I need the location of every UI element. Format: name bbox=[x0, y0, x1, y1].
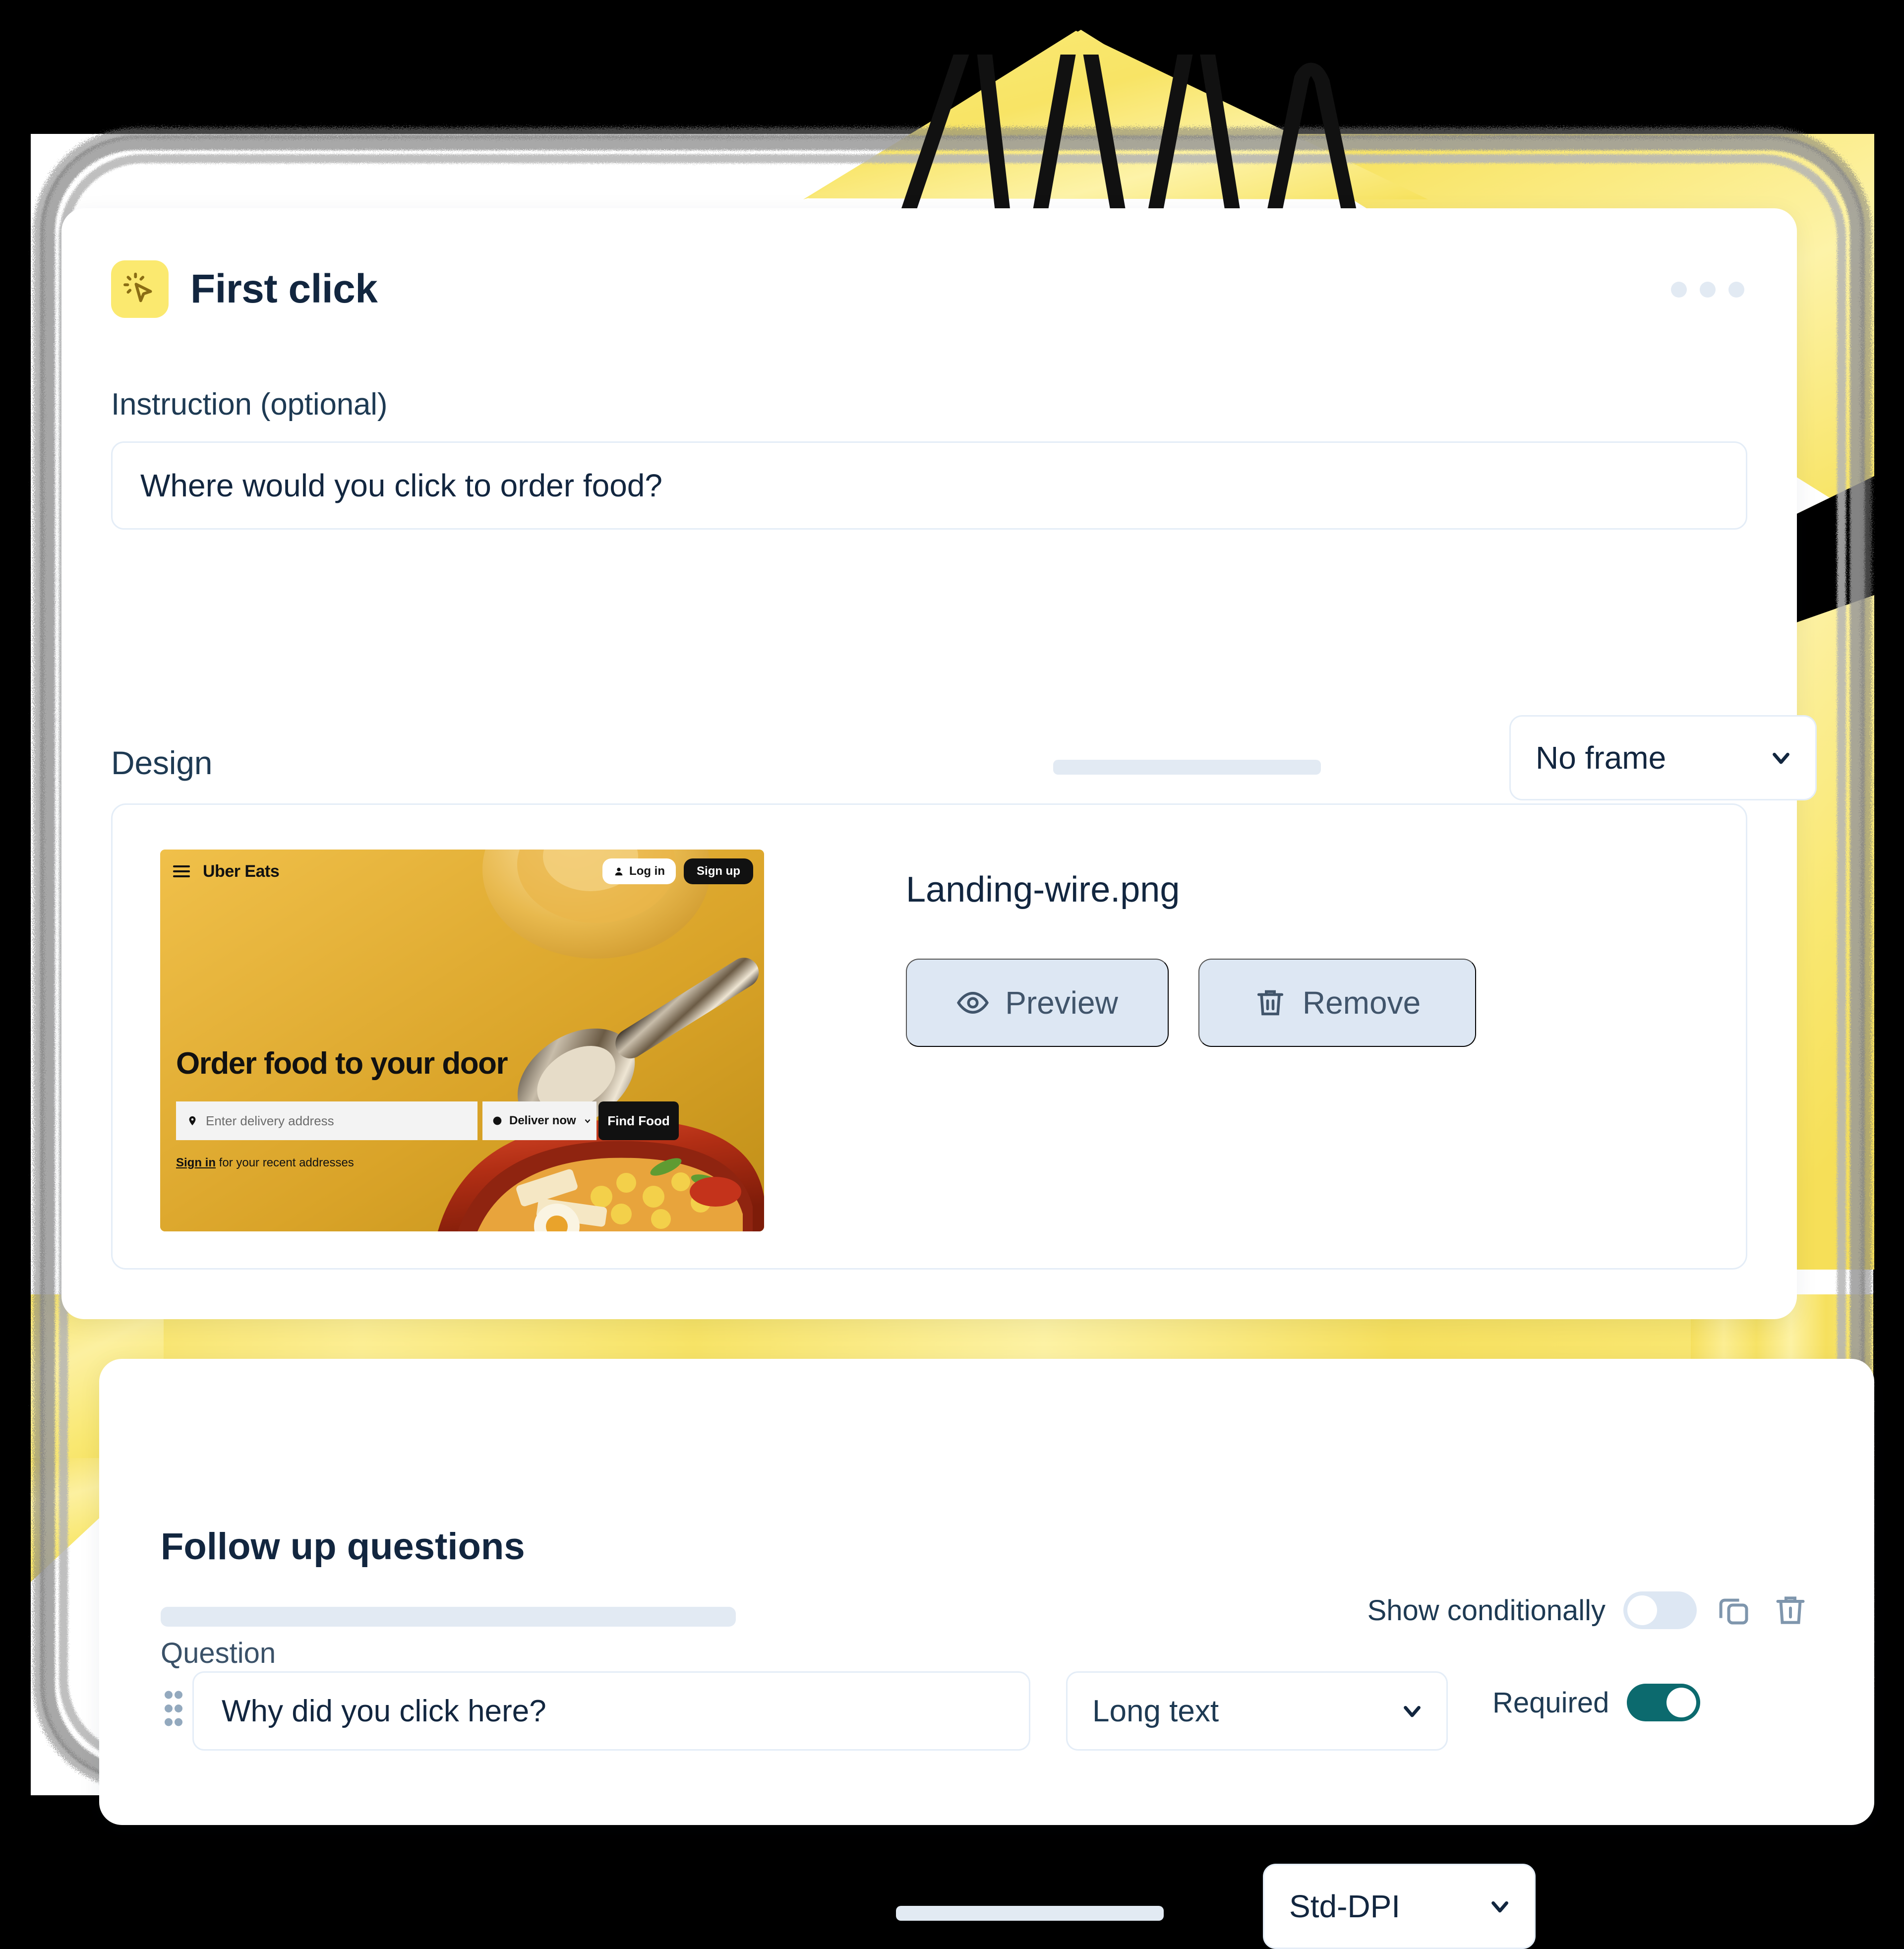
cursor-click-icon bbox=[111, 260, 169, 318]
page-title: First click bbox=[190, 266, 378, 311]
instruction-label: Instruction (optional) bbox=[111, 387, 388, 422]
chevron-down-icon bbox=[1404, 1705, 1421, 1717]
uber-eats-logo: Uber Eats bbox=[203, 861, 280, 881]
design-panel: Uber Eats Log in Sign up Order food to y… bbox=[111, 803, 1747, 1949]
thumbnail-signin-link: Sign in bbox=[176, 1156, 216, 1169]
thumbnail-find-food-button: Find Food bbox=[598, 1101, 679, 1140]
thumbnail-headline: Order food to your door bbox=[176, 1046, 508, 1081]
question-input[interactable]: Why did you click here? bbox=[192, 1671, 1030, 1751]
eye-icon bbox=[957, 991, 989, 1014]
drag-handle-icon[interactable] bbox=[159, 1686, 188, 1732]
thumbnail-signin-suffix: for your recent addresses bbox=[216, 1156, 354, 1169]
show-conditionally-toggle[interactable] bbox=[1623, 1591, 1697, 1629]
thumbnail-address-placeholder: Enter delivery address bbox=[206, 1113, 334, 1128]
question-label: Question bbox=[161, 1637, 276, 1669]
preview-button[interactable]: Preview bbox=[906, 959, 1169, 1047]
design-label: Design bbox=[111, 744, 213, 781]
required-row: Required bbox=[1492, 1684, 1701, 1721]
required-toggle[interactable] bbox=[1627, 1684, 1701, 1721]
question-type-select[interactable]: Long text bbox=[1066, 1671, 1448, 1751]
remove-button[interactable]: Remove bbox=[1198, 959, 1476, 1047]
design-file-name: Landing-wire.png bbox=[906, 870, 1180, 910]
thumbnail-login-button: Log in bbox=[602, 858, 676, 884]
thumbnail-search-row: Enter delivery address Deliver now Find … bbox=[176, 1101, 679, 1140]
question-type-value: Long text bbox=[1092, 1694, 1219, 1728]
dpi-select-value: Std-DPI bbox=[1289, 1888, 1401, 1924]
thumbnail-signup-button: Sign up bbox=[684, 858, 753, 884]
frame-select-value: No frame bbox=[1536, 740, 1666, 776]
chevron-down-icon bbox=[1773, 752, 1789, 764]
dpi-select[interactable]: Std-DPI bbox=[1263, 1864, 1536, 1949]
duplicate-icon[interactable] bbox=[1715, 1591, 1753, 1630]
followup-placeholder-bar bbox=[161, 1607, 736, 1627]
design-placeholder-bar bbox=[1053, 760, 1321, 775]
frame-select[interactable]: No frame bbox=[1509, 715, 1817, 800]
chevron-down-icon bbox=[1491, 1901, 1508, 1913]
hamburger-icon bbox=[173, 862, 190, 880]
more-options-icon[interactable] bbox=[1671, 282, 1744, 298]
show-conditionally-row: Show conditionally bbox=[1368, 1591, 1810, 1630]
trash-icon bbox=[1257, 990, 1283, 1016]
followup-title: Follow up questions bbox=[161, 1525, 525, 1568]
thumbnail-address-field: Enter delivery address bbox=[176, 1101, 477, 1140]
thumbnail-login-label: Log in bbox=[629, 864, 665, 878]
card-header: First click bbox=[111, 260, 378, 318]
instruction-input[interactable]: Where would you click to order food? bbox=[111, 441, 1747, 530]
thumbnail-when-select: Deliver now bbox=[482, 1101, 596, 1140]
thumbnail-when-label: Deliver now bbox=[509, 1114, 576, 1127]
thumbnail-auth-group: Log in Sign up bbox=[602, 858, 753, 884]
show-conditionally-label: Show conditionally bbox=[1367, 1594, 1606, 1627]
trash-icon[interactable] bbox=[1771, 1591, 1810, 1630]
followup-questions-card: Follow up questions Show conditionally Q… bbox=[99, 1359, 1874, 1825]
preview-button-label: Preview bbox=[1005, 985, 1118, 1021]
remove-button-label: Remove bbox=[1302, 985, 1421, 1021]
dpi-placeholder-bar bbox=[896, 1906, 1164, 1921]
thumbnail-signin-line: Sign in for your recent addresses bbox=[176, 1156, 354, 1170]
first-click-card: First click Instruction (optional) Where… bbox=[61, 208, 1817, 1949]
required-label: Required bbox=[1492, 1686, 1609, 1719]
design-thumbnail[interactable]: Uber Eats Log in Sign up Order food to y… bbox=[160, 850, 764, 1231]
